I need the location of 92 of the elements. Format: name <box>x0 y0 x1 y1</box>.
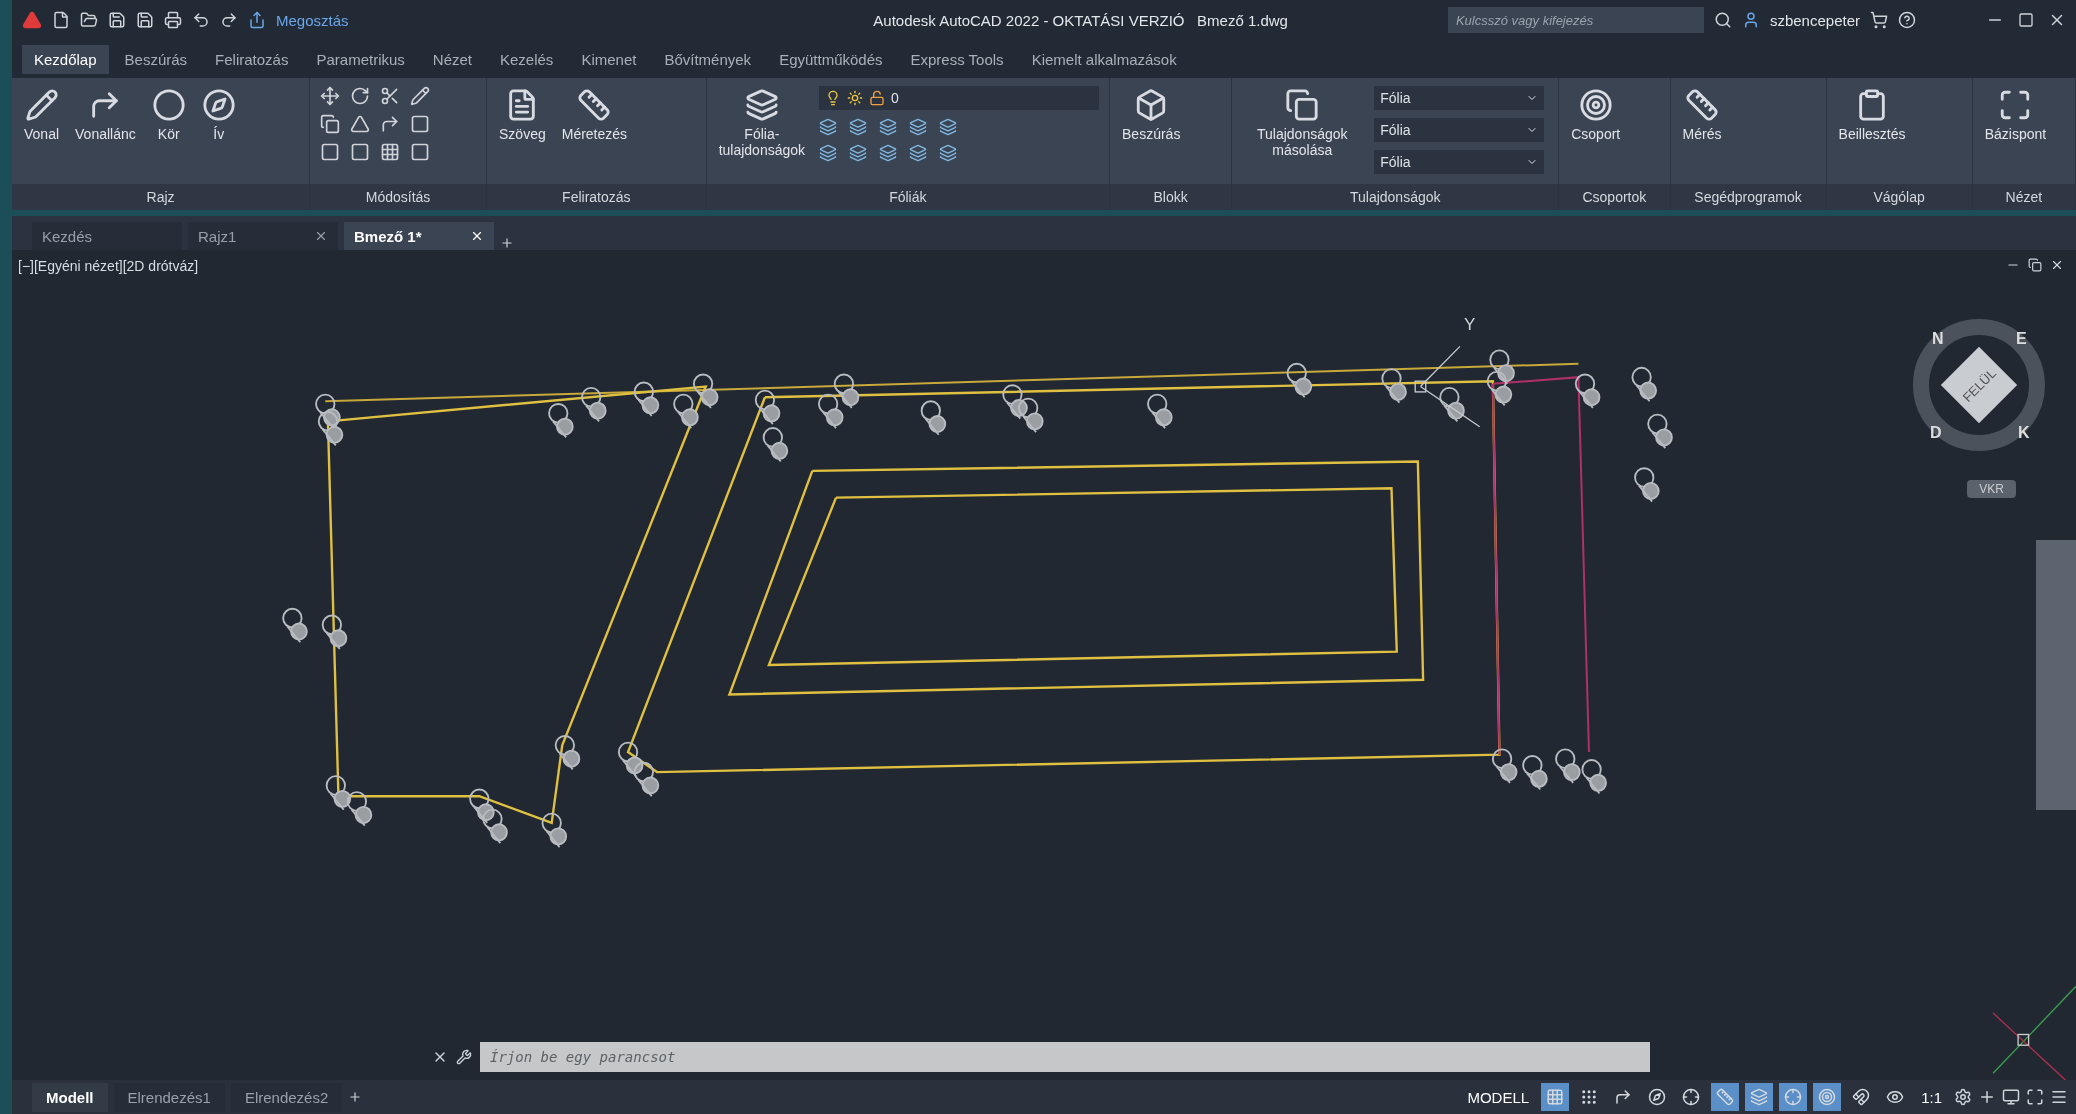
new-tab-icon[interactable] <box>500 236 514 250</box>
layers-icon <box>744 88 779 122</box>
panel-title[interactable]: Csoportok <box>1559 184 1670 210</box>
grid-toggle-icon[interactable] <box>1541 1083 1570 1111</box>
model-space-button[interactable]: MODELL <box>1461 1088 1536 1106</box>
ribbon-tool-button[interactable]: Beszúrás <box>1120 86 1183 144</box>
unlock-icon[interactable] <box>869 90 886 106</box>
quick-access-icon[interactable] <box>108 11 126 29</box>
layer-dropdown[interactable]: 0 <box>819 86 1100 110</box>
quick-access-icon[interactable] <box>220 11 238 29</box>
restore-icon[interactable] <box>2028 258 2042 272</box>
quick-access-icon[interactable] <box>80 11 98 29</box>
panel-title[interactable]: Blokk <box>1110 184 1232 210</box>
ribbon-tab[interactable]: Nézet <box>420 44 484 74</box>
ribbon-tool-button[interactable]: Bázispont <box>1982 86 2049 144</box>
ribbon-tab[interactable]: Express Tools <box>898 44 1016 74</box>
panel-title[interactable]: Módosítás <box>310 184 486 210</box>
quick-access-icon[interactable] <box>192 11 210 29</box>
ribbon-tab[interactable]: Beszúrás <box>112 44 200 74</box>
ribbon-tool-button[interactable]: Csoport <box>1569 86 1623 144</box>
close-icon[interactable] <box>314 229 328 243</box>
share-link[interactable]: Megosztás <box>276 11 349 29</box>
ribbon-tab[interactable]: Kiemelt alkalmazások <box>1019 44 1189 74</box>
ribbon-tool-button[interactable]: Kör <box>149 86 188 144</box>
ribbon-tab[interactable]: Parametrikus <box>304 44 417 74</box>
window-title: Autodesk AutoCAD 2022 - OKTATÁSI VERZIÓ Bmező 1.dwg <box>873 11 1288 29</box>
ribbon-tool-button[interactable]: Vonallánc <box>73 86 138 144</box>
help-icon[interactable] <box>1898 11 1916 29</box>
panel-title[interactable]: Vágólap <box>1826 184 1972 210</box>
compass-ring[interactable] <box>1913 319 2045 451</box>
property-dropdown[interactable]: Fólia <box>1374 86 1545 110</box>
layout-tab[interactable]: Elrendezés2 <box>230 1082 343 1112</box>
compass-letter[interactable]: K <box>2018 424 2030 441</box>
close-icon[interactable] <box>2050 258 2064 272</box>
property-dropdown[interactable]: Fólia <box>1374 150 1545 174</box>
quick-access-icon[interactable] <box>136 11 154 29</box>
ribbon-tool-button[interactable]: Vonal <box>22 86 62 144</box>
share-icon[interactable] <box>248 11 266 29</box>
wrench-icon[interactable] <box>456 1049 472 1065</box>
panel-title[interactable]: Fóliák <box>706 184 1110 210</box>
panel-title[interactable]: Nézet <box>1972 184 2075 210</box>
settings-icon[interactable] <box>1954 1088 1972 1106</box>
panel-title[interactable]: Segédprogramok <box>1670 184 1826 210</box>
menu-icon[interactable] <box>2050 1088 2068 1106</box>
add-layout-icon[interactable] <box>348 1090 363 1104</box>
document-tab[interactable]: Rajz1 <box>188 222 338 250</box>
ribbon-tool-button[interactable]: Méretezés <box>559 86 630 144</box>
plus-icon[interactable] <box>1978 1088 1996 1106</box>
quick-access-icon[interactable] <box>52 11 70 29</box>
ribbon-tool-button[interactable]: Mérés <box>1680 86 1724 144</box>
sun-icon[interactable] <box>847 90 864 106</box>
monitor-icon[interactable] <box>2002 1088 2020 1106</box>
fullscreen-icon[interactable] <box>2026 1088 2044 1106</box>
quick-access-icon[interactable] <box>164 11 182 29</box>
document-tab[interactable]: Kezdés <box>32 222 182 250</box>
ribbon-tab[interactable]: Bővítmények <box>652 44 764 74</box>
panel-title[interactable]: Feliratozás <box>487 184 706 210</box>
ribbon-tab[interactable]: Kezelés <box>488 44 566 74</box>
property-dropdown[interactable]: Fólia <box>1374 118 1545 142</box>
search-icon[interactable] <box>1713 11 1732 29</box>
compass-letter[interactable]: D <box>1930 424 1942 441</box>
panel-title[interactable]: Tulajdonságok <box>1232 184 1559 210</box>
document-tab[interactable]: Bmező 1* <box>344 222 494 250</box>
panel-title[interactable]: Rajz <box>12 184 310 210</box>
ruler-icon <box>1685 88 1719 122</box>
ribbon-tab[interactable]: Kimenet <box>569 44 649 74</box>
annotation-scale-button[interactable]: 1:1 <box>1915 1088 1948 1106</box>
layout-tab[interactable]: Elrendezés1 <box>113 1082 225 1112</box>
ribbon-tool-button[interactable]: Szöveg <box>497 86 548 144</box>
command-input-field[interactable]: Írjon be egy parancsot <box>480 1042 1650 1072</box>
copy-icon <box>1285 88 1320 122</box>
compass-letter[interactable]: E <box>2016 330 2027 347</box>
ribbon-tab[interactable]: Együttműködés <box>767 44 895 74</box>
viewport-label[interactable]: [−][Egyéni nézet][2D drótváz] <box>18 258 199 274</box>
ribbon-tab[interactable]: Feliratozás <box>203 44 301 74</box>
layout-tab[interactable]: Modell <box>32 1082 108 1112</box>
search-field[interactable]: Kulcsszó vagy kifejezés <box>1447 7 1704 33</box>
maximize-icon[interactable] <box>2018 11 2034 29</box>
close-icon[interactable] <box>470 229 484 243</box>
ribbon-tab[interactable]: Kezdőlap <box>22 44 109 74</box>
ribbon-tool-button[interactable]: Tulajdonságok másolása <box>1242 86 1363 160</box>
ribbon-tool-button[interactable]: Beillesztés <box>1836 86 1908 144</box>
ribbon-tool-button[interactable]: Ív <box>199 86 238 144</box>
app-logo-icon[interactable] <box>22 10 42 30</box>
circle-icon <box>151 88 186 122</box>
lineweight-toggle-icon[interactable] <box>1711 1083 1740 1111</box>
user-name[interactable]: szbencepeter <box>1769 11 1860 29</box>
cart-icon[interactable] <box>1870 11 1888 29</box>
wcs-menu[interactable]: VKR <box>1967 480 2016 498</box>
ucs-axis-label: Y <box>1463 314 1476 335</box>
compass-letter[interactable]: N <box>1932 330 1944 347</box>
ribbon-tool-button[interactable]: Fólia-tulajdonságok <box>716 86 808 160</box>
